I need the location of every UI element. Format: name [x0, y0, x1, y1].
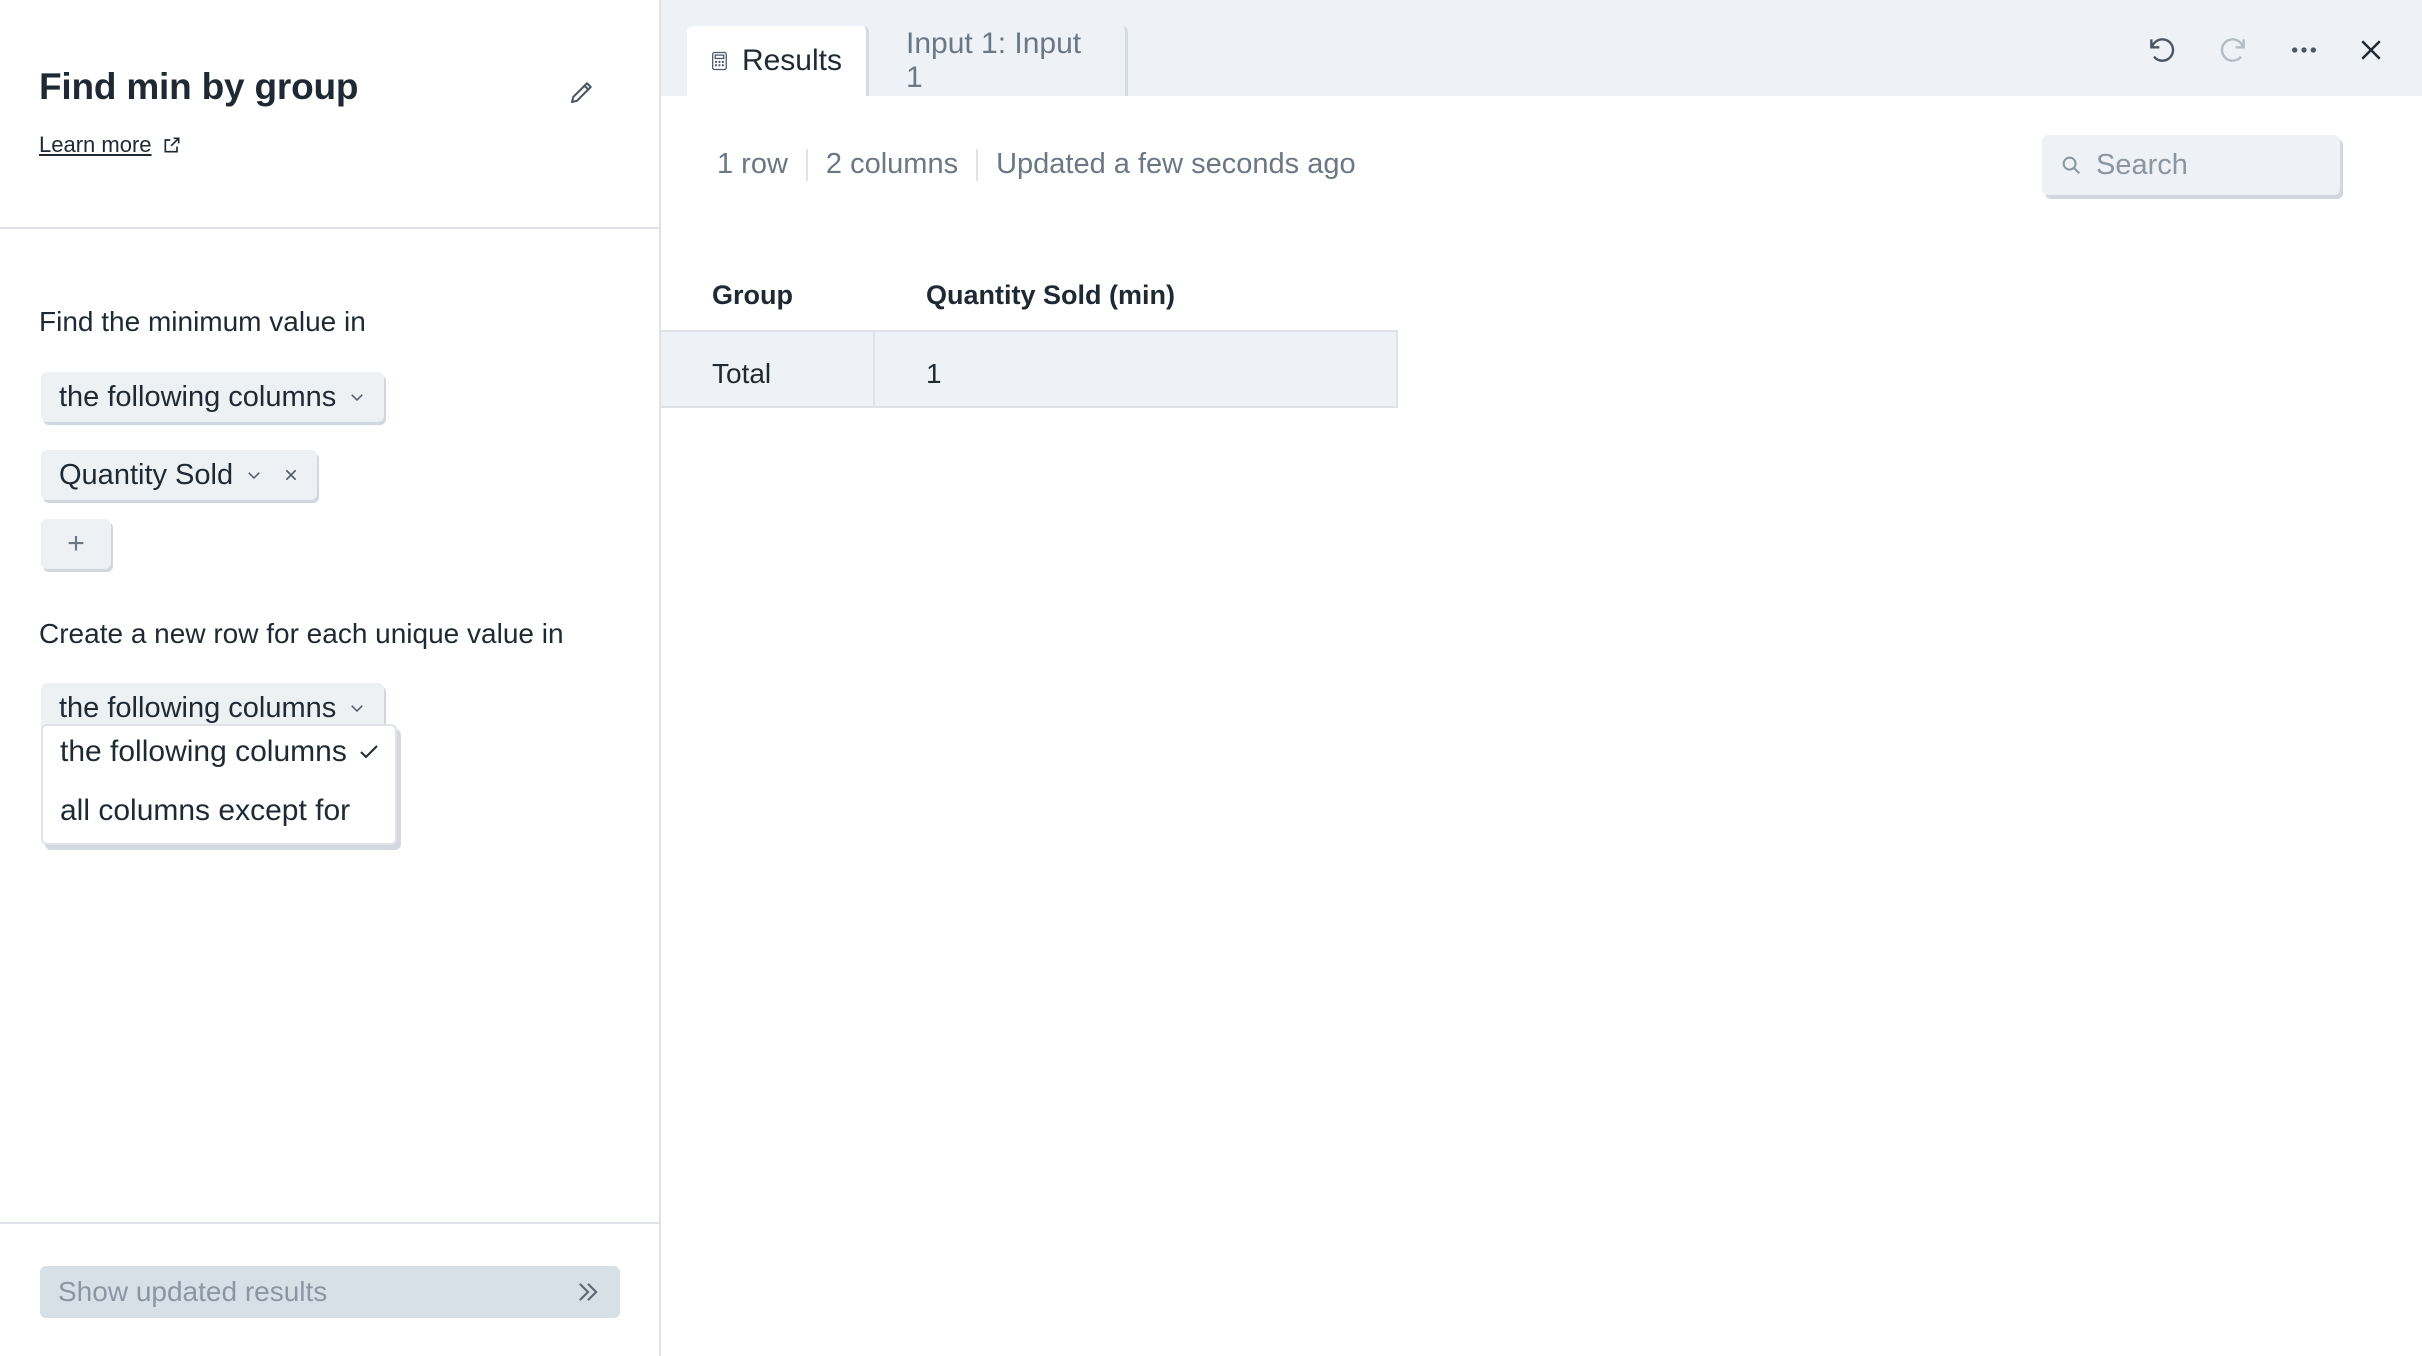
column-count: 2 columns — [825, 148, 959, 180]
external-link-icon — [164, 137, 180, 153]
tab-input-label: Input 1: Input 1 — [906, 27, 1082, 94]
more-icon — [2292, 47, 2316, 53]
undo-icon — [2150, 38, 2175, 62]
learn-more-label: Learn more — [39, 132, 152, 157]
learn-more-link[interactable]: Learn more — [39, 132, 182, 158]
dropdown-option-label: all columns except for — [60, 794, 351, 827]
checkmark-icon — [360, 745, 378, 759]
search-input[interactable] — [2096, 148, 2316, 182]
column-header-quantity-sold-min[interactable]: Quantity Sold (min) — [926, 280, 1175, 311]
double-chevron-right-icon — [579, 1283, 598, 1301]
tab-bar: Results Input 1: Input 1 — [661, 0, 2422, 96]
group-section-label: Create a new row for each unique value i… — [39, 618, 564, 649]
show-updated-results-label: Show updated results — [58, 1276, 328, 1307]
table-row: Total 1 — [661, 330, 1398, 408]
tab-results-label: Results — [741, 44, 842, 77]
pencil-icon — [571, 82, 592, 103]
remove-column-icon[interactable] — [283, 467, 299, 483]
meta-divider — [976, 148, 979, 181]
panel-footer: Show updated results — [0, 1222, 659, 1356]
column-chip-label: Quantity Sold — [59, 458, 234, 491]
redo-button[interactable] — [2211, 28, 2255, 72]
search-icon — [2062, 156, 2080, 174]
chevron-down-icon — [348, 388, 366, 406]
close-button[interactable] — [2349, 28, 2393, 72]
column-chip-quantity-sold[interactable]: Quantity Sold — [41, 450, 318, 500]
calculator-icon — [712, 51, 727, 71]
results-meta: 1 row 2 columns Updated a few seconds ag… — [717, 148, 1356, 181]
updated-status: Updated a few seconds ago — [996, 148, 1356, 180]
dropdown-option-following-columns[interactable]: the following columns — [60, 735, 381, 769]
cell-divider — [873, 332, 875, 408]
redo-icon — [2220, 38, 2245, 62]
row-count: 1 row — [717, 148, 788, 180]
min-column-mode-value: the following columns — [59, 380, 337, 413]
tab-results[interactable]: Results — [687, 26, 869, 96]
step-config-panel: Find min by group Learn more Find the mi… — [0, 0, 661, 1356]
step-title: Find min by group — [39, 66, 359, 107]
edit-title-button[interactable] — [560, 70, 604, 114]
panel-header: Find min by group Learn more — [0, 0, 659, 229]
dropdown-option-all-columns-except[interactable]: all columns except for — [60, 794, 350, 828]
more-options-button[interactable] — [2282, 28, 2326, 72]
tab-input-1[interactable]: Input 1: Input 1 — [882, 26, 1128, 96]
table-cell-group[interactable]: Total — [712, 358, 771, 390]
column-mode-dropdown: the following columns all columns except… — [41, 724, 397, 845]
undo-button[interactable] — [2140, 28, 2184, 72]
dropdown-option-label: the following columns — [60, 735, 347, 768]
min-column-mode-select[interactable]: the following columns — [41, 372, 385, 422]
column-header-group[interactable]: Group — [712, 280, 793, 311]
table-cell-quantity-sold-min[interactable]: 1 — [926, 358, 942, 390]
chevron-down-icon — [348, 699, 366, 717]
meta-divider — [805, 148, 808, 181]
close-icon — [2361, 40, 2381, 60]
add-column-button[interactable]: + — [41, 519, 111, 569]
chevron-down-icon[interactable] — [245, 466, 263, 484]
group-column-mode-value: the following columns — [59, 691, 337, 724]
results-panel: Results Input 1: Input 1 1 row 2 columns… — [661, 0, 2422, 1356]
show-updated-results-button[interactable]: Show updated results — [40, 1266, 620, 1318]
min-section-label: Find the minimum value in — [39, 306, 366, 337]
search-field[interactable] — [2042, 135, 2340, 195]
